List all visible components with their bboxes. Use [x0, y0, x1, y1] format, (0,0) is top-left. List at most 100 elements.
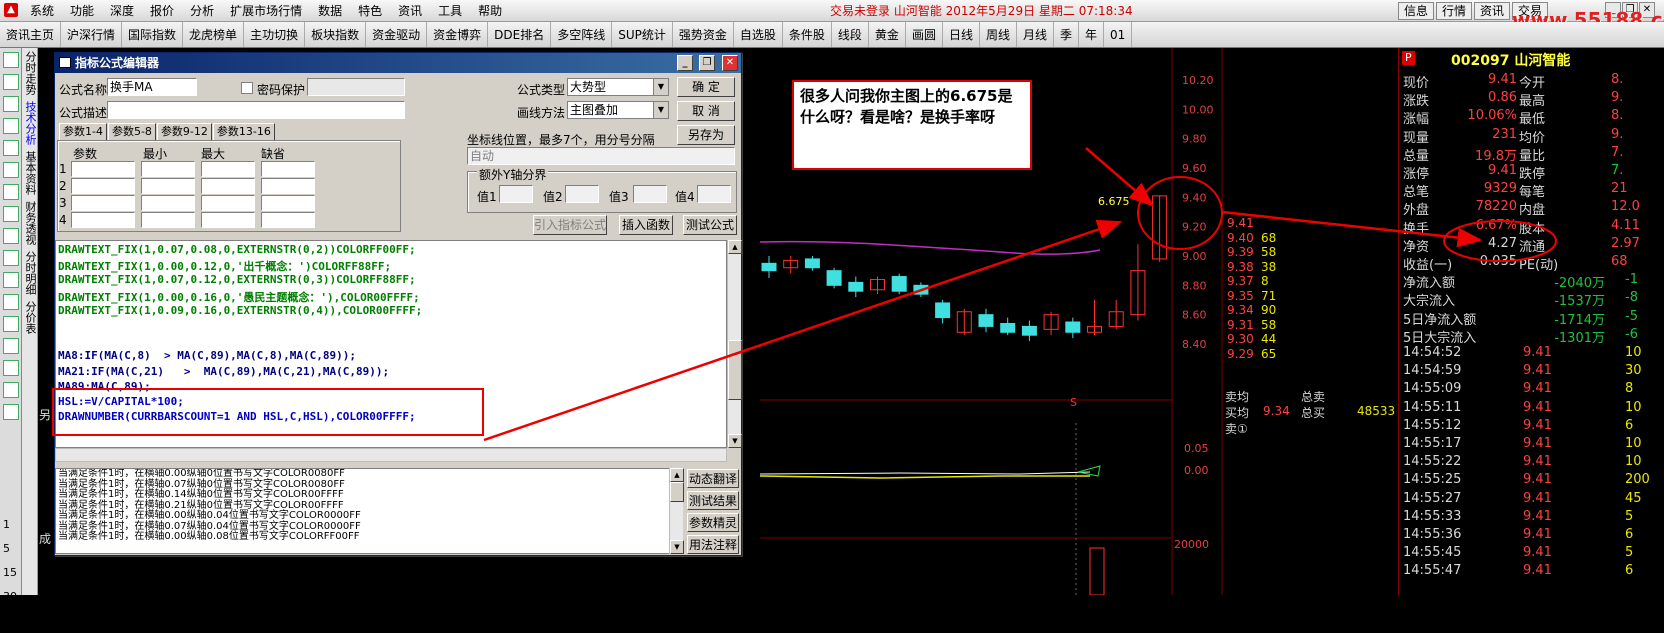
toolbar-item[interactable]: 自选股 [734, 22, 783, 47]
menu-item[interactable]: 特色 [350, 0, 390, 22]
editor-hscrollbar[interactable] [55, 448, 727, 462]
toolbar-item[interactable]: 板块指数 [305, 22, 367, 47]
dollar-icon[interactable] [3, 338, 19, 354]
param-cell[interactable] [71, 195, 135, 211]
scroll-up-icon[interactable]: ▲ [670, 468, 684, 482]
test-formula-button[interactable]: 测试公式 [683, 215, 737, 235]
param-cell[interactable] [71, 212, 135, 228]
quote-button[interactable]: 行情 [1436, 2, 1473, 20]
param-cell[interactable] [141, 161, 195, 177]
f10-icon[interactable] [3, 162, 19, 178]
toolbar-item[interactable]: SUP统计 [612, 22, 673, 47]
menu-item[interactable]: 工具 [430, 0, 470, 22]
toolbar-item[interactable]: 资金博弈 [427, 22, 489, 47]
toolbar-item[interactable]: 黄金 [869, 22, 906, 47]
menu-item[interactable]: 扩展市场行情 [222, 0, 310, 22]
password-input[interactable] [307, 78, 405, 96]
vtab-basic[interactable]: 基本资料 [22, 148, 38, 198]
doc-icon[interactable] [3, 206, 19, 222]
ok-button[interactable]: 确 定 [677, 77, 735, 97]
tab-params-9-12[interactable]: 参数9-12 [156, 123, 212, 140]
chevron-down-icon[interactable]: ▼ [653, 79, 668, 95]
toolbar-item[interactable]: DDE排名 [488, 22, 552, 47]
param-wizard-button[interactable]: 参数精灵 [687, 513, 739, 532]
usage-notes-button[interactable]: 用法注释 [687, 535, 739, 554]
param-cell[interactable] [261, 161, 315, 177]
f5-icon[interactable] [3, 404, 19, 420]
app-logo-icon[interactable]: ▲ [4, 3, 18, 17]
save-as-button[interactable]: 另存为 [677, 125, 735, 145]
period-item[interactable]: 30 [3, 585, 17, 609]
vtab-technical[interactable]: 技术分析 [22, 98, 38, 148]
scroll-down-icon[interactable]: ▼ [728, 434, 742, 448]
menu-item[interactable]: 报价 [142, 0, 182, 22]
formula-name-input[interactable]: 换手MA [107, 78, 197, 96]
toolbar-item[interactable]: 日线 [943, 22, 980, 47]
menu-item[interactable]: 帮助 [470, 0, 510, 22]
cancel-button[interactable]: 取 消 [677, 101, 735, 121]
param-cell[interactable] [201, 195, 255, 211]
minimize-icon[interactable]: _ [677, 55, 693, 71]
toolbar-item[interactable]: 画圆 [906, 22, 943, 47]
toolbar-item[interactable]: 年 [1079, 22, 1105, 47]
vtab-price-table[interactable]: 分价表 [22, 298, 38, 337]
param-cell[interactable] [261, 195, 315, 211]
message-scrollbar[interactable]: ▲ ▼ [669, 468, 684, 554]
param-cell[interactable] [261, 178, 315, 194]
vtab-finance[interactable]: 财务透视 [22, 198, 38, 248]
calc-icon[interactable] [3, 184, 19, 200]
toolbar-item[interactable]: 多空阵线 [551, 22, 613, 47]
scroll-up-icon[interactable]: ▲ [728, 240, 742, 254]
move-icon[interactable] [3, 360, 19, 376]
vtab-detail[interactable]: 分时明细 [22, 248, 38, 298]
toolbar-item[interactable]: 资金驱动 [366, 22, 428, 47]
list-icon[interactable] [3, 74, 19, 90]
line-icon[interactable] [3, 96, 19, 112]
import-formula-button[interactable]: 引入指标公式 [533, 215, 607, 235]
period-item[interactable]: 1 [3, 513, 17, 537]
tab-params-1-4[interactable]: 参数1-4 [59, 123, 107, 140]
menu-item[interactable]: 数据 [310, 0, 350, 22]
restore-icon[interactable]: ❐ [699, 55, 715, 71]
param-cell[interactable] [201, 178, 255, 194]
fn-icon[interactable] [3, 250, 19, 266]
toolbar-item[interactable]: 月线 [1017, 22, 1054, 47]
editor-scrollbar[interactable]: ▲ ▼ [727, 240, 742, 448]
formula-desc-input[interactable] [107, 101, 405, 119]
dynamic-translate-button[interactable]: 动态翻译 [687, 469, 739, 488]
test-result-button[interactable]: 测试结果 [687, 491, 739, 510]
menu-item[interactable]: 资讯 [390, 0, 430, 22]
toolbar-item[interactable]: 主功切换 [244, 22, 306, 47]
insert-function-button[interactable]: 插入函数 [619, 215, 673, 235]
toolbar-item[interactable]: 条件股 [783, 22, 832, 47]
param-cell[interactable] [141, 195, 195, 211]
formula-type-select[interactable]: 大势型 ▼ [567, 78, 669, 96]
period-item[interactable]: 60 [3, 609, 17, 633]
menu-item[interactable]: 系统 [22, 0, 62, 22]
scroll-thumb[interactable] [670, 482, 684, 502]
toolbar-item[interactable]: 沪深行情 [61, 22, 123, 47]
dialog-titlebar[interactable]: 指标公式编辑器 _ ❐ ✕ [55, 53, 741, 73]
toolbar-item[interactable]: 线段 [832, 22, 869, 47]
toolbar-item[interactable]: 龙虎榜单 [183, 22, 245, 47]
param-cell[interactable] [261, 212, 315, 228]
close-icon[interactable]: ✕ [722, 55, 738, 71]
vtab-intraday[interactable]: 分时走势 [22, 48, 38, 98]
fz-icon[interactable] [3, 228, 19, 244]
val2-input[interactable] [565, 185, 599, 203]
table-icon[interactable] [3, 140, 19, 156]
chart-icon[interactable] [3, 52, 19, 68]
kline-icon[interactable] [3, 118, 19, 134]
toolbar-item[interactable]: 强势资金 [673, 22, 734, 47]
pencil-icon[interactable] [3, 382, 19, 398]
tab-params-13-16[interactable]: 参数13-16 [212, 123, 275, 140]
password-checkbox[interactable] [241, 82, 253, 94]
val4-input[interactable] [697, 185, 731, 203]
param-cell[interactable] [201, 212, 255, 228]
param-cell[interactable] [71, 161, 135, 177]
scroll-down-icon[interactable]: ▼ [670, 540, 684, 554]
menu-item[interactable]: 分析 [182, 0, 222, 22]
param-cell[interactable] [71, 178, 135, 194]
tab-params-5-8[interactable]: 参数5-8 [107, 123, 156, 140]
menu-item[interactable]: 功能 [62, 0, 102, 22]
